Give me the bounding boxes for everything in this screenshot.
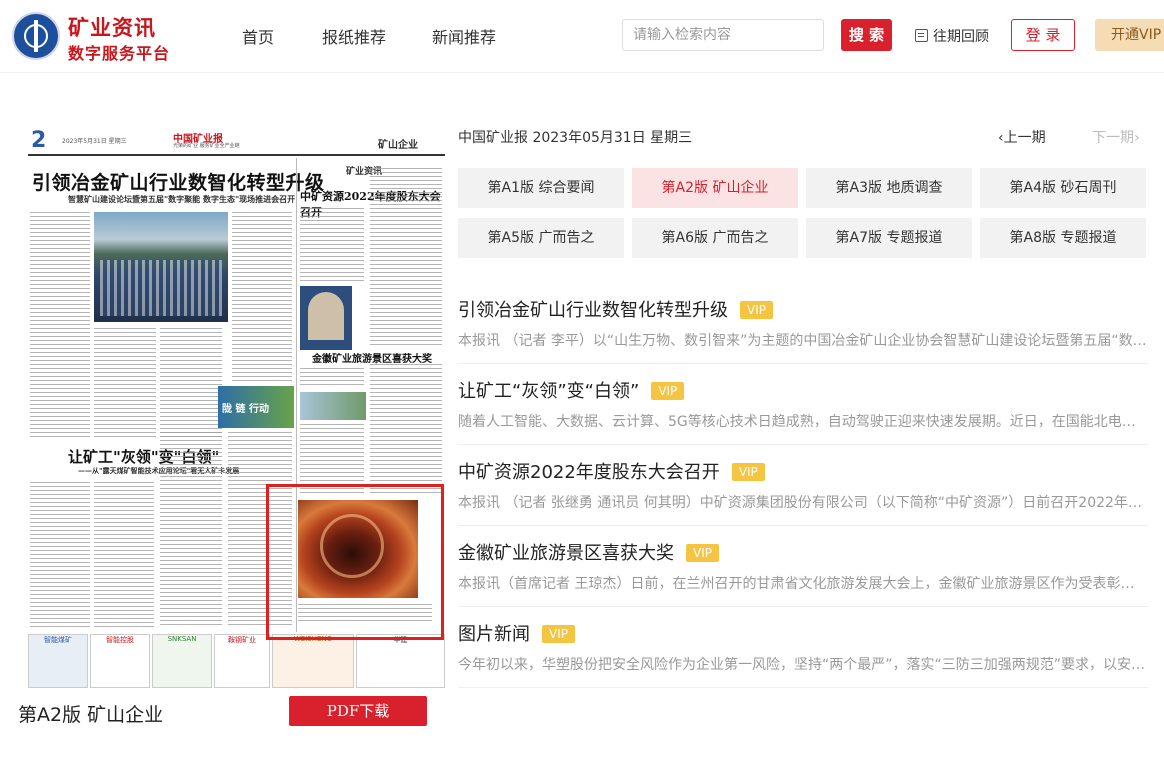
- edition-a4-button[interactable]: 第A4版 砂石周刊: [980, 168, 1146, 208]
- paper-page-number: 2: [31, 128, 47, 153]
- paper-header: 2 2023年5月31日 星期三 中国矿业报 光荣的矿业 服务矿业全产业链 矿山…: [28, 128, 445, 156]
- ad-2: 智能控股: [90, 634, 150, 688]
- text-column: [94, 328, 156, 438]
- edition-a8-button[interactable]: 第A8版 专题报道: [980, 218, 1146, 258]
- scenery-photo: [300, 392, 366, 420]
- ads-strip: 智能煤矿 智能控股 SNKSAN 鞍钢矿业 WEISHENG 华建: [28, 634, 445, 688]
- selected-article-highlight[interactable]: [266, 484, 444, 640]
- search-button[interactable]: 搜 索: [841, 19, 892, 51]
- next-issue-label: 下一期: [1092, 130, 1134, 146]
- top-header: 矿业资讯 数字服务平台 首页 报纸推荐 新闻推荐 请输入检索内容 搜 索 往期回…: [0, 0, 1164, 73]
- calendar-icon: [915, 29, 928, 42]
- article-title-row[interactable]: 引领冶金矿山行业数智化转型升级 VIP: [458, 296, 773, 322]
- search-input[interactable]: 请输入检索内容: [622, 19, 824, 51]
- paper-main-subheadline: 智慧矿山建设论坛暨第五届"数字聚能 数字生态"现场推进会召开: [68, 195, 296, 204]
- longlian-ad-image: [218, 386, 294, 428]
- divider: [458, 606, 1148, 607]
- article-title[interactable]: 中矿资源2022年度股东大会召开: [458, 462, 720, 483]
- ad-4: 鞍钢矿业: [214, 634, 270, 688]
- vip-badge: VIP: [731, 463, 765, 481]
- conference-photo: [94, 212, 228, 322]
- text-column: [232, 212, 292, 382]
- ad-1: 智能煤矿: [28, 634, 88, 688]
- divider: [458, 687, 1148, 688]
- login-button[interactable]: 登 录: [1011, 19, 1075, 51]
- article-title-row[interactable]: 图片新闻 VIP: [458, 620, 575, 646]
- nav-news-recommend[interactable]: 新闻推荐: [432, 24, 496, 48]
- ad-5: WEISHENG: [272, 634, 354, 688]
- nav-home[interactable]: 首页: [242, 24, 274, 48]
- edition-a7-button[interactable]: 第A7版 专题报道: [806, 218, 972, 258]
- article-summary[interactable]: 本报讯 （记者 张继勇 通讯员 何其明）中矿资源集团股份有限公司（以下简称“中矿…: [458, 492, 1148, 512]
- vip-badge: VIP: [651, 382, 685, 400]
- article-title[interactable]: 引领冶金矿山行业数智化转型升级: [458, 300, 728, 321]
- vip-badge: VIP: [542, 625, 575, 643]
- ad-3: SNKSAN: [152, 634, 212, 688]
- prev-issue-link[interactable]: ‹上一期: [998, 127, 1046, 147]
- divider: [458, 525, 1148, 526]
- paper-section: 矿山企业: [378, 140, 418, 151]
- logo-title[interactable]: 矿业资讯: [68, 12, 156, 42]
- text-column: [160, 328, 222, 438]
- edition-a5-button[interactable]: 第A5版 广而告之: [458, 218, 624, 258]
- paper-headline-jinhui[interactable]: 金徽矿业旅游景区喜获大奖: [312, 350, 432, 365]
- text-column: [30, 482, 90, 628]
- text-column: [94, 482, 154, 628]
- divider: [458, 363, 1148, 364]
- pdf-download-button[interactable]: PDF下载: [289, 696, 427, 726]
- logo-subtitle[interactable]: 数字服务平台: [68, 40, 170, 64]
- nav-newspaper-recommend[interactable]: 报纸推荐: [322, 24, 386, 48]
- vip-badge: VIP: [686, 544, 719, 562]
- article-summary[interactable]: 本报讯 （记者 李平）以“山生万物、数引智来”为主题的中国冶金矿山企业协会智慧矿…: [458, 330, 1148, 350]
- article-title-row[interactable]: 中矿资源2022年度股东大会召开 VIP: [458, 458, 765, 484]
- article-title[interactable]: 图片新闻: [458, 624, 530, 645]
- edition-a1-button[interactable]: 第A1版 综合要闻: [458, 168, 624, 208]
- article-title-row[interactable]: 金徽矿业旅游景区喜获大奖 VIP: [458, 539, 719, 565]
- vip-badge: VIP: [740, 301, 773, 319]
- ad-6: 华建: [356, 634, 445, 688]
- text-column: [160, 432, 222, 628]
- chevron-right-icon: ›: [1134, 130, 1140, 146]
- paper-main-headline[interactable]: 引领冶金矿山行业数智化转型升级: [32, 168, 325, 195]
- current-edition-label: 第A2版 矿山企业: [18, 704, 164, 726]
- article-title-row[interactable]: 让矿工“灰领”变“白领” VIP: [458, 377, 685, 403]
- text-column: [30, 212, 90, 438]
- article-summary[interactable]: 随着人工智能、大数据、云计算、5G等核心技术日趋成熟，自动驾驶正迎来快速发展期。…: [458, 411, 1148, 431]
- edition-a6-button[interactable]: 第A6版 广而告之: [632, 218, 798, 258]
- open-vip-button[interactable]: 开通VIP: [1095, 19, 1164, 51]
- paper-date: 2023年5月31日 星期三: [62, 138, 127, 145]
- paper-masthead-slogan: 光荣的矿业 服务矿业全产业链: [173, 143, 240, 149]
- archive-link[interactable]: 往期回顾: [915, 26, 989, 46]
- text-column: [300, 368, 364, 388]
- prev-issue-label: 上一期: [1003, 130, 1046, 146]
- article-summary[interactable]: 本报讯（首席记者 王琼杰）日前，在兰州召开的甘肃省文化旅游发展大会上，金徽矿业旅…: [458, 573, 1148, 593]
- text-column: [370, 168, 442, 348]
- text-column: [300, 208, 364, 284]
- logo-emblem-icon[interactable]: [12, 12, 60, 60]
- issue-info: 中国矿业报 2023年05月31日 星期三: [458, 130, 693, 146]
- article-title[interactable]: 让矿工“灰领”变“白领”: [458, 381, 639, 402]
- article-title[interactable]: 金徽矿业旅游景区喜获大奖: [458, 543, 674, 564]
- portrait-photo: [300, 286, 352, 350]
- archive-label: 往期回顾: [933, 29, 989, 45]
- divider: [458, 444, 1148, 445]
- article-summary[interactable]: 今年初以来，华塑股份把安全风险作为企业第一风险，坚持“两个最严”，落实“三防三加…: [458, 654, 1148, 674]
- edition-a3-button[interactable]: 第A3版 地质调查: [806, 168, 972, 208]
- next-issue-link[interactable]: 下一期›: [1092, 127, 1140, 147]
- edition-a2-button[interactable]: 第A2版 矿山企业: [632, 168, 798, 208]
- text-column: [370, 364, 442, 494]
